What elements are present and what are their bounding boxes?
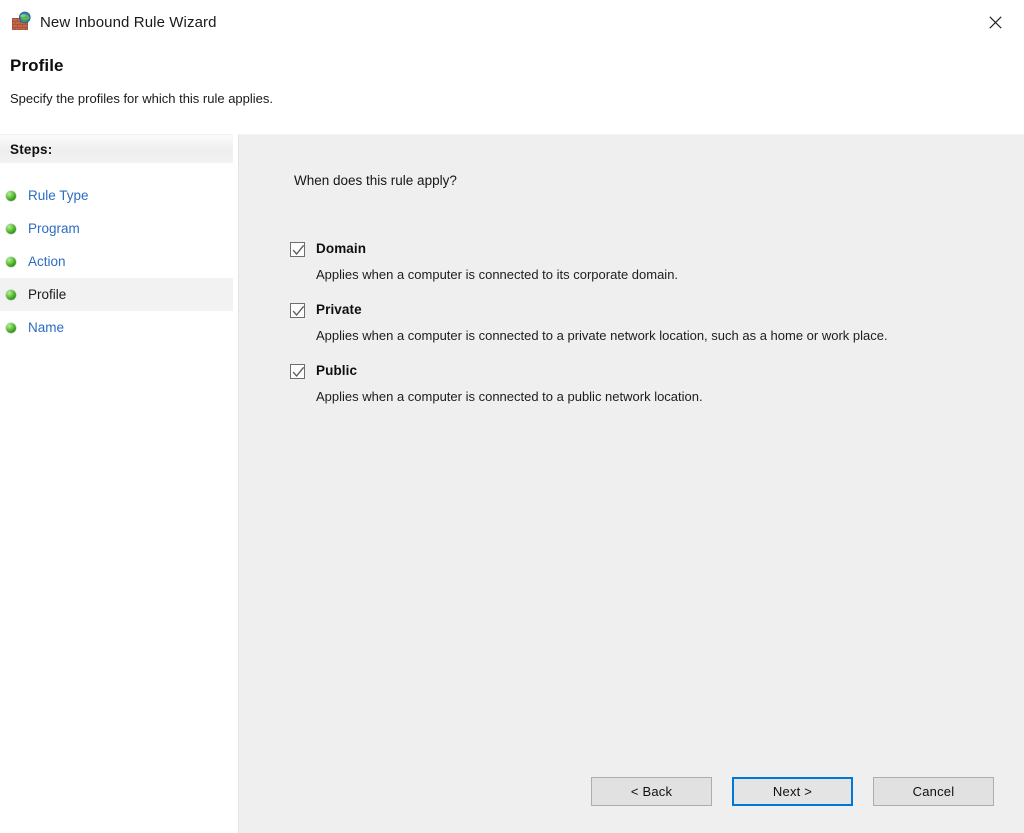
steps-list: Rule Type Program Action Profile Name bbox=[0, 179, 233, 344]
green-bullet-icon bbox=[6, 322, 16, 333]
profile-option-private-row[interactable]: Private bbox=[290, 301, 970, 319]
green-bullet-icon bbox=[6, 289, 16, 300]
green-bullet-icon bbox=[6, 190, 16, 201]
firewall-brick-wall-globe-icon bbox=[10, 11, 32, 33]
profile-options-group: Domain Applies when a computer is connec… bbox=[290, 240, 970, 423]
titlebar-left-group: New Inbound Rule Wizard bbox=[0, 11, 972, 33]
sidebar-item-label: Program bbox=[28, 221, 80, 236]
public-checkbox[interactable] bbox=[290, 364, 305, 379]
sidebar-item-label: Action bbox=[28, 254, 66, 269]
sidebar-item-action[interactable]: Action bbox=[0, 245, 233, 278]
page-title: Profile bbox=[10, 56, 64, 75]
sidebar-item-rule-type[interactable]: Rule Type bbox=[0, 179, 233, 212]
profile-option-domain: Domain Applies when a computer is connec… bbox=[290, 240, 970, 284]
page-subtitle: Specify the profiles for which this rule… bbox=[10, 91, 274, 106]
domain-description: Applies when a computer is connected to … bbox=[316, 267, 679, 282]
back-button[interactable]: < Back bbox=[591, 777, 712, 806]
profile-option-public-row[interactable]: Public bbox=[290, 362, 970, 380]
private-description: Applies when a computer is connected to … bbox=[316, 328, 888, 343]
green-bullet-icon bbox=[6, 256, 16, 267]
public-label[interactable]: Public bbox=[316, 362, 357, 380]
steps-sidebar: Steps: Rule Type Program Action Profile … bbox=[0, 134, 233, 833]
sidebar-item-name[interactable]: Name bbox=[0, 311, 233, 344]
private-label[interactable]: Private bbox=[316, 301, 362, 319]
cancel-button[interactable]: Cancel bbox=[873, 777, 994, 806]
sidebar-item-program[interactable]: Program bbox=[0, 212, 233, 245]
next-button[interactable]: Next > bbox=[732, 777, 853, 806]
public-description: Applies when a computer is connected to … bbox=[316, 389, 703, 404]
steps-header: Steps: bbox=[0, 135, 233, 163]
window-titlebar: New Inbound Rule Wizard bbox=[0, 0, 1024, 44]
window-title: New Inbound Rule Wizard bbox=[40, 13, 217, 31]
wizard-main-panel: When does this rule apply? Domain Applie… bbox=[238, 134, 1024, 833]
profile-option-private: Private Applies when a computer is conne… bbox=[290, 301, 970, 345]
profile-option-public: Public Applies when a computer is connec… bbox=[290, 362, 970, 406]
sidebar-item-label: Name bbox=[28, 320, 65, 335]
domain-label[interactable]: Domain bbox=[316, 240, 366, 258]
steps-header-label: Steps: bbox=[10, 141, 53, 157]
question-label: When does this rule apply? bbox=[294, 173, 457, 188]
private-checkbox[interactable] bbox=[290, 303, 305, 318]
sidebar-item-label: Rule Type bbox=[28, 188, 89, 203]
domain-checkbox[interactable] bbox=[290, 242, 305, 257]
green-bullet-icon bbox=[6, 223, 16, 234]
sidebar-item-profile[interactable]: Profile bbox=[0, 278, 233, 311]
close-icon[interactable] bbox=[972, 6, 1018, 38]
profile-option-domain-row[interactable]: Domain bbox=[290, 240, 970, 258]
wizard-header: Profile Specify the profiles for which t… bbox=[0, 44, 1024, 133]
sidebar-item-label: Profile bbox=[28, 287, 67, 302]
wizard-button-row: < Back Next > Cancel bbox=[239, 777, 1024, 806]
